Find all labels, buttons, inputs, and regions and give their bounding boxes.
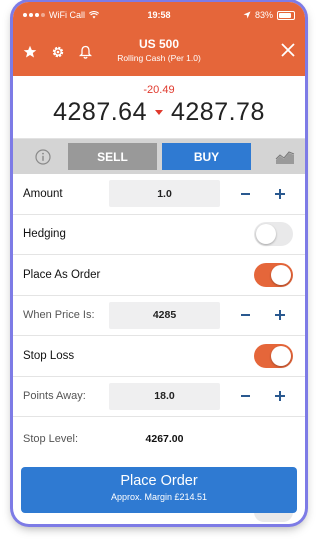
stop-level-label: Stop Level: — [23, 432, 79, 445]
toggle-knob — [256, 224, 276, 245]
toggle-knob — [271, 345, 291, 366]
when-price-row: When Price Is: 4285 — [13, 296, 305, 336]
stop-loss-toggle[interactable] — [254, 343, 293, 368]
points-away-input[interactable]: 18.0 — [109, 382, 220, 410]
minus-icon — [240, 314, 250, 317]
buy-button[interactable]: BUY — [162, 143, 251, 170]
points-away-row: Points Away: 18.0 — [13, 377, 305, 417]
points-away-label: Points Away: — [23, 390, 86, 403]
down-arrow-icon — [155, 110, 163, 115]
toggle-knob — [271, 264, 291, 285]
place-order-button[interactable]: Place Order Approx. Margin £214.51 — [21, 467, 297, 513]
top-bar: WiFi Call 19:58 83% US 500 Rolling Cash … — [13, 2, 305, 76]
hedging-toggle[interactable] — [254, 222, 293, 247]
quotes: 4287.64 4287.78 — [13, 98, 305, 127]
close-icon — [281, 42, 295, 57]
minus-icon — [240, 192, 250, 195]
amount-row: Amount 1.0 — [13, 174, 305, 215]
header-actions — [23, 45, 92, 59]
chart-button[interactable] — [275, 149, 295, 165]
bell-icon[interactable] — [79, 45, 92, 59]
amount-input[interactable]: 1.0 — [109, 180, 220, 208]
instrument-header: US 500 Rolling Cash (Per 1.0) — [13, 28, 305, 76]
when-price-label: When Price Is: — [23, 309, 95, 322]
place-as-order-toggle[interactable] — [254, 262, 293, 287]
status-bar: WiFi Call 19:58 83% — [13, 2, 305, 28]
approx-margin-label: Approx. Margin £214.51 — [110, 492, 208, 502]
stop-loss-label: Stop Loss — [23, 349, 75, 362]
gear-icon[interactable] — [51, 45, 65, 59]
star-icon[interactable] — [23, 45, 37, 59]
stop-level-value: 4267.00 — [145, 432, 184, 445]
place-order-label: Place Order — [120, 473, 198, 489]
place-as-order-label: Place As Order — [23, 268, 101, 281]
hedging-label: Hedging — [23, 228, 66, 241]
info-button[interactable] — [23, 148, 63, 165]
sell-price: 4287.64 — [53, 98, 147, 126]
buy-price: 4287.78 — [171, 98, 265, 126]
when-price-decrement-button[interactable] — [238, 308, 252, 322]
info-icon — [35, 148, 51, 165]
points-away-decrement-button[interactable] — [238, 389, 252, 403]
points-away-increment-button[interactable] — [273, 389, 287, 403]
battery-icon — [277, 10, 295, 20]
amount-decrement-button[interactable] — [238, 187, 252, 201]
stop-loss-row: Stop Loss — [13, 336, 305, 377]
price-change: -20.49 — [143, 84, 175, 96]
price-panel: -20.49 4287.64 4287.78 — [13, 76, 305, 139]
clock: 19:58 — [147, 10, 171, 20]
sell-button[interactable]: SELL — [68, 143, 157, 170]
minus-icon — [240, 395, 250, 398]
amount-label: Amount — [23, 187, 63, 200]
chart-icon — [275, 150, 295, 164]
when-price-increment-button[interactable] — [273, 308, 287, 322]
stop-level-row: Stop Level: 4267.00 — [13, 417, 305, 460]
hedging-row: Hedging — [13, 215, 305, 255]
place-as-order-row: Place As Order — [13, 255, 305, 296]
trade-direction-bar: SELL BUY — [13, 139, 305, 174]
when-price-input[interactable]: 4285 — [109, 301, 220, 329]
amount-increment-button[interactable] — [273, 187, 287, 201]
close-button[interactable] — [281, 42, 295, 62]
phone-screen: WiFi Call 19:58 83% US 500 Rolling Cash … — [13, 2, 305, 524]
